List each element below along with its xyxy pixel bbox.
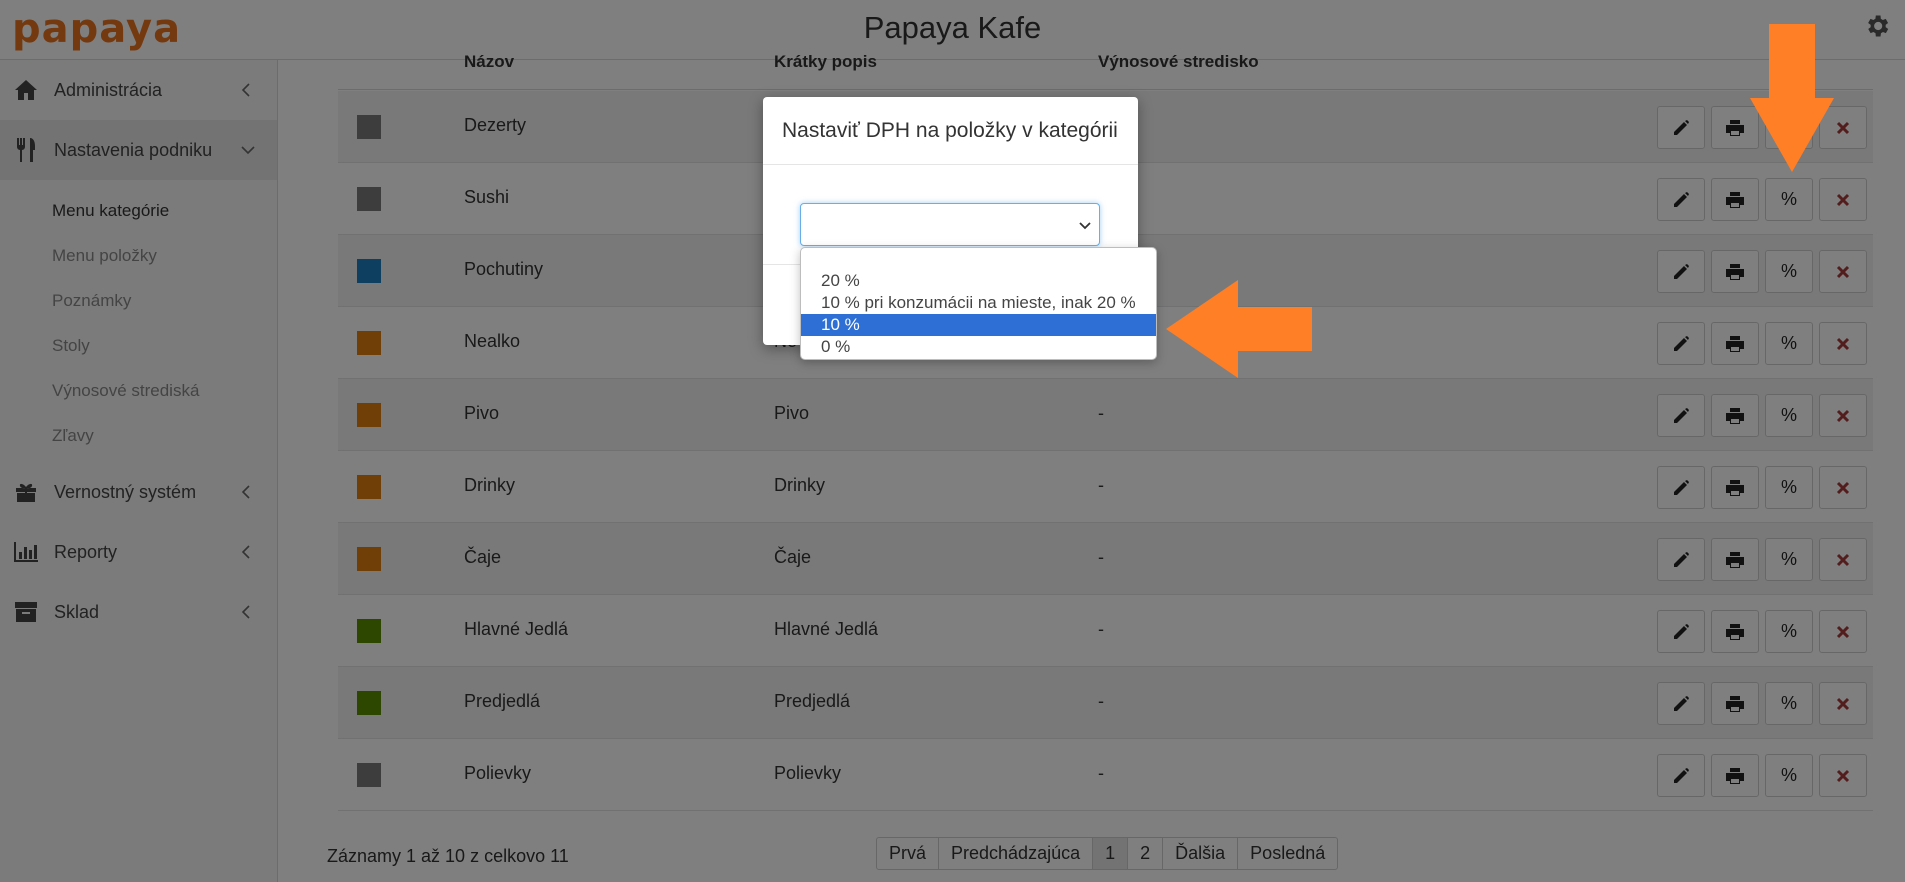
- vat-option[interactable]: 10 %: [801, 314, 1156, 336]
- vat-option[interactable]: 0 %: [801, 336, 1156, 358]
- arrow-down-icon: [1750, 24, 1834, 172]
- modal-title: Nastaviť DPH na položky v kategórii: [763, 97, 1138, 165]
- vat-select[interactable]: [800, 203, 1100, 246]
- arrow-left-icon: [1166, 280, 1312, 378]
- vat-option[interactable]: 20 %: [801, 270, 1156, 292]
- vat-option[interactable]: 10 % pri konzumácii na mieste, inak 20 %: [801, 292, 1156, 314]
- vat-options-list: 20 % 10 % pri konzumácii na mieste, inak …: [800, 247, 1157, 360]
- chevron-down-icon: [1079, 222, 1091, 230]
